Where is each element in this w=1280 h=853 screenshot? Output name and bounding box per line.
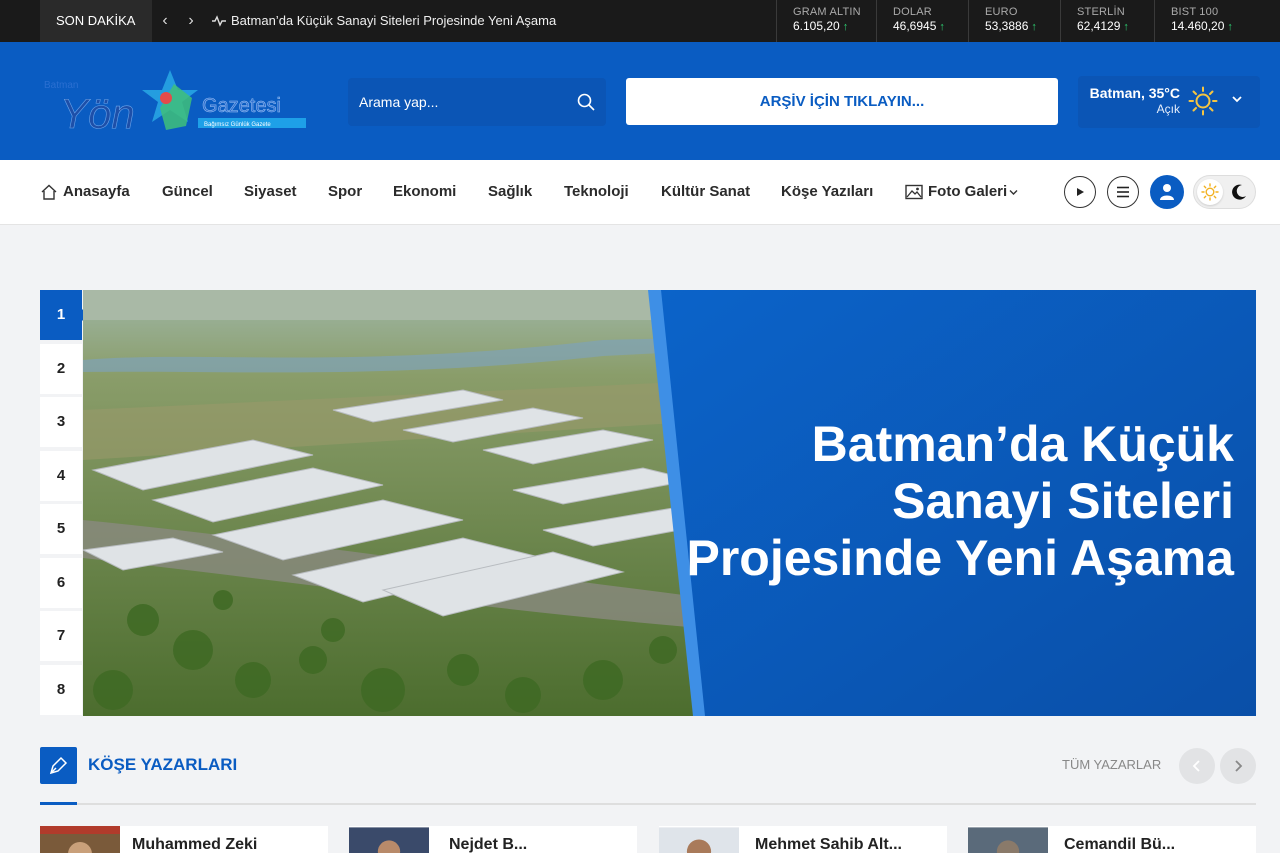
search-input[interactable] — [348, 78, 558, 126]
columnist-avatar — [40, 826, 120, 853]
ticker-prev-button[interactable]: ‹ — [152, 0, 178, 42]
weather-city: Batman, 35°C — [1089, 85, 1180, 101]
dark-mode-icon[interactable] — [1228, 181, 1250, 203]
market-value: 62,4129 ↑ — [1077, 19, 1129, 33]
chevron-left-icon — [1192, 760, 1200, 772]
columnist-name: Cemandil Bü... — [1064, 836, 1176, 853]
site-header: Batman Yön Gazetesi Bağımsız Günlük Gaze… — [0, 42, 1280, 160]
image-gallery-icon — [905, 184, 923, 200]
search-box — [348, 78, 606, 126]
slider-page-2[interactable]: 2 — [40, 344, 82, 394]
headline-slide[interactable]: Batman’da Küçük Sanayi Siteleri Projesin… — [83, 290, 1256, 716]
ticker-next-button[interactable]: › — [178, 0, 204, 42]
market-bist: BIST 100 14.460,20 ↑ — [1154, 0, 1280, 42]
market-value: 14.460,20 ↑ — [1171, 19, 1233, 33]
ticker-headline[interactable]: Batman’da Küçük Sanayi Siteleri Projesin… — [231, 0, 556, 42]
user-icon — [1160, 184, 1174, 200]
columnist-card[interactable]: Muhammed Zeki — [40, 826, 328, 853]
pen-icon — [40, 747, 77, 784]
section-divider — [40, 803, 1256, 805]
columnist-name: Nejdet B... — [449, 836, 528, 853]
nav-item-saglik[interactable]: Sağlık — [488, 160, 532, 224]
slider-page-4[interactable]: 4 — [40, 451, 82, 501]
columnist-avatar — [968, 827, 1048, 853]
market-label: DOLAR — [893, 6, 932, 18]
chevron-down-icon[interactable] — [1230, 92, 1244, 106]
logo-sub-text: Gazetesi — [202, 95, 281, 117]
slider-page-5[interactable]: 5 — [40, 504, 82, 554]
market-sterlin: STERLİN 62,4129 ↑ — [1060, 0, 1154, 42]
slider-page-1[interactable]: 1 — [40, 290, 88, 340]
slide-headline[interactable]: Batman’da Küçük Sanayi Siteleri Projesin… — [674, 416, 1235, 587]
columnist-avatar — [349, 827, 429, 853]
section-divider-accent — [40, 802, 77, 805]
search-icon[interactable] — [576, 92, 596, 112]
columnist-name: Mehmet Sahib Alt... — [755, 836, 902, 853]
market-value: 46,6945 ↑ — [893, 19, 945, 33]
market-euro: EURO 53,3886 ↑ — [968, 0, 1060, 42]
weather-widget[interactable]: Batman, 35°C Açık — [1078, 76, 1260, 128]
columnist-name: Muhammed Zeki — [132, 836, 258, 853]
logo-main-text: Yön — [60, 90, 135, 134]
top-bar: SON DAKİKA ‹ › Batman’da Küçük Sanayi Si… — [0, 0, 1280, 42]
trend-up-icon: ↑ — [939, 21, 945, 33]
play-icon — [1077, 188, 1084, 196]
market-label: EURO — [985, 6, 1018, 18]
slider-page-3[interactable]: 3 — [40, 397, 82, 447]
chevron-down-icon[interactable] — [1008, 187, 1019, 198]
trend-up-icon: ↑ — [1227, 21, 1233, 33]
nav-item-spor[interactable]: Spor — [328, 160, 362, 224]
headline-slider: 1 2 3 4 5 6 7 8 Batman’da Küçük Sanayi S… — [40, 290, 1256, 716]
nav-item-kultur-sanat[interactable]: Kültür Sanat — [661, 160, 750, 224]
nav-item-ekonomi[interactable]: Ekonomi — [393, 160, 456, 224]
light-mode-icon[interactable] — [1197, 179, 1223, 205]
archive-button[interactable]: ARŞİV İÇİN TIKLAYIN... — [626, 78, 1058, 125]
market-value: 53,3886 ↑ — [985, 19, 1037, 33]
slider-page-8[interactable]: 8 — [40, 665, 82, 715]
home-icon[interactable] — [40, 183, 58, 201]
trend-up-icon: ↑ — [1031, 21, 1037, 33]
nav-item-anasayfa[interactable]: Anasayfa — [63, 160, 130, 224]
trend-up-icon: ↑ — [842, 21, 849, 33]
sun-icon — [1188, 86, 1218, 116]
chevron-right-icon — [1235, 760, 1243, 772]
site-logo[interactable]: Batman Yön Gazetesi Bağımsız Günlük Gaze… — [42, 68, 308, 134]
columnist-card[interactable]: Mehmet Sahib Alt... — [659, 826, 947, 853]
writers-next-button[interactable] — [1220, 748, 1256, 784]
market-dolar: DOLAR 46,6945 ↑ — [876, 0, 968, 42]
play-button[interactable] — [1064, 176, 1096, 208]
nav-item-kose-yazilari[interactable]: Köşe Yazıları — [781, 160, 873, 224]
weather-condition: Açık — [1156, 102, 1180, 116]
logo-tagline: Bağımsız Günlük Gazete — [204, 122, 271, 128]
trend-up-icon: ↑ — [1123, 21, 1129, 33]
pulse-icon — [212, 15, 226, 27]
columnist-card[interactable]: Cemandil Bü... — [968, 826, 1256, 853]
all-writers-link[interactable]: TÜM YAZARLAR — [1062, 757, 1161, 773]
nav-item-foto-galeri[interactable]: Foto Galeri — [928, 160, 1007, 224]
menu-button[interactable] — [1107, 176, 1139, 208]
nav-item-teknoloji[interactable]: Teknoloji — [564, 160, 629, 224]
market-value: 6.105,20 ↑ — [793, 19, 849, 33]
logo-star-icon — [142, 70, 198, 130]
theme-toggle[interactable] — [1193, 175, 1256, 209]
columnist-card[interactable]: Nejdet B... — [349, 826, 637, 853]
market-label: STERLİN — [1077, 6, 1125, 18]
nav-item-siyaset[interactable]: Siyaset — [244, 160, 297, 224]
user-account-button[interactable] — [1150, 175, 1184, 209]
nav-item-guncel[interactable]: Güncel — [162, 160, 213, 224]
slider-page-6[interactable]: 6 — [40, 558, 82, 608]
main-nav: Anasayfa Güncel Siyaset Spor Ekonomi Sağ… — [0, 160, 1280, 225]
market-gram-altin: GRAM ALTIN 6.105,20 ↑ — [776, 0, 876, 42]
section-title: KÖŞE YAZARLARI — [88, 755, 238, 774]
breaking-news-label: SON DAKİKA — [40, 0, 152, 42]
columnist-avatar — [659, 827, 739, 853]
market-label: BIST 100 — [1171, 6, 1219, 18]
hamburger-icon — [1117, 186, 1129, 198]
slider-page-7[interactable]: 7 — [40, 611, 82, 661]
market-label: GRAM ALTIN — [793, 6, 861, 18]
writers-prev-button[interactable] — [1179, 748, 1215, 784]
